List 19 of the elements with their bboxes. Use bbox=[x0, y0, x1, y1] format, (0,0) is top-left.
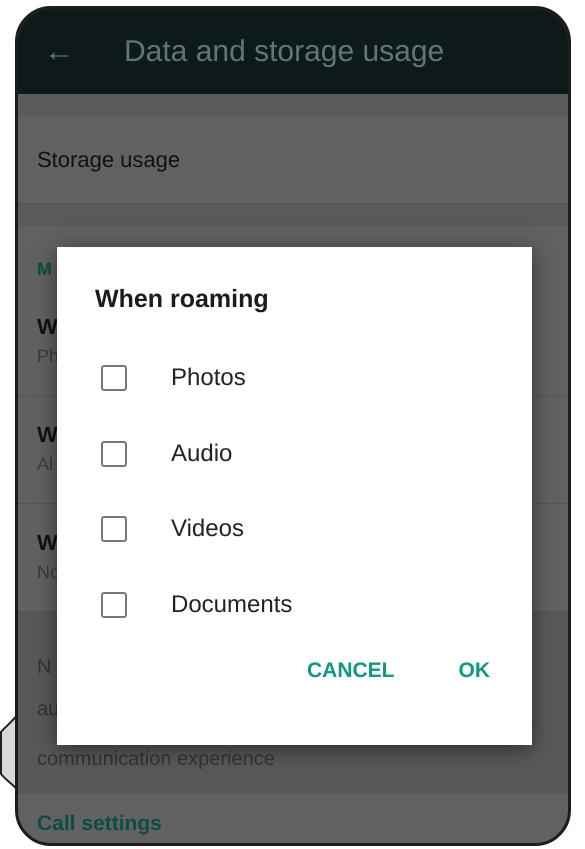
checkbox[interactable] bbox=[101, 440, 127, 467]
item-title: W bbox=[37, 529, 58, 557]
option-label: Photos bbox=[171, 363, 246, 394]
screen-title: Data and storage usage bbox=[124, 34, 444, 70]
option-label: Videos bbox=[171, 514, 244, 544]
ok-button[interactable]: OK bbox=[458, 654, 490, 686]
section-header: M bbox=[37, 259, 52, 279]
back-button[interactable]: ← bbox=[44, 36, 74, 66]
item-title: W bbox=[37, 421, 58, 449]
option-label: Audio bbox=[171, 438, 232, 469]
checkbox[interactable] bbox=[101, 516, 127, 542]
option-label: Documents bbox=[171, 590, 292, 620]
section-header: Call settings bbox=[37, 812, 162, 835]
settings-item[interactable]: Storage usage bbox=[37, 143, 180, 176]
dialog-title: When roaming bbox=[95, 284, 269, 315]
cancel-button[interactable]: CANCEL bbox=[307, 654, 394, 686]
checkbox[interactable] bbox=[101, 592, 127, 618]
checkbox[interactable] bbox=[101, 365, 127, 392]
item-title: W bbox=[37, 313, 58, 341]
